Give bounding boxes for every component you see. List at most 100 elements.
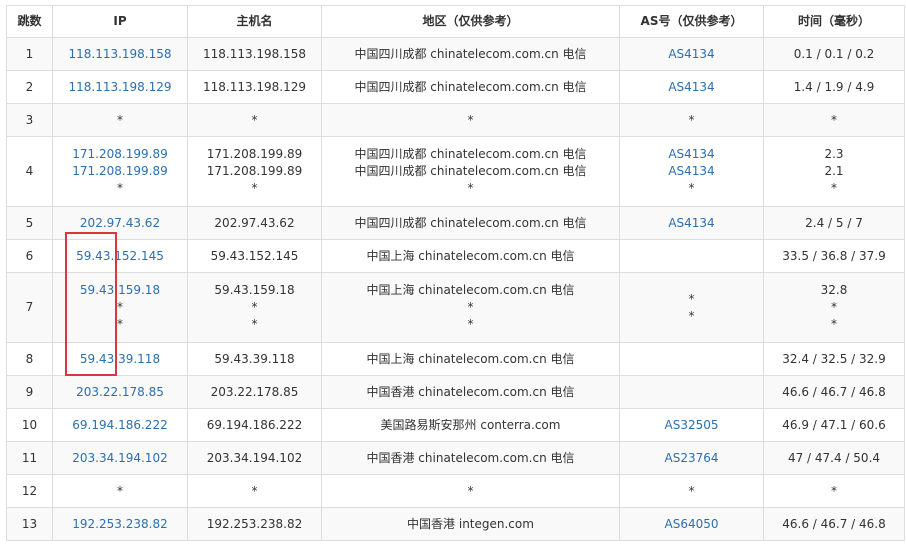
hostname-cell: 59.43.39.118 xyxy=(187,342,322,376)
region-cell: 中国上海 chinatelecom.com.cn 电信 * * xyxy=(321,272,620,343)
ip-cell: 192.253.238.82 xyxy=(52,507,188,541)
region-cell: 中国香港 chinatelecom.com.cn 电信 xyxy=(321,375,620,409)
asn-link[interactable]: AS4134 xyxy=(624,46,759,63)
ip-link[interactable]: 118.113.198.158 xyxy=(57,46,183,63)
header-asn: AS号（仅供参考） xyxy=(619,5,764,38)
asn-link[interactable]: AS32505 xyxy=(624,417,759,434)
asn-link[interactable]: AS4134 xyxy=(624,146,759,163)
ip-link[interactable]: 118.113.198.129 xyxy=(57,79,183,96)
ip-link[interactable]: 203.34.194.102 xyxy=(57,450,183,467)
asn-cell: AS4134 xyxy=(619,206,764,240)
hostname-cell: * xyxy=(187,103,322,137)
header-region: 地区（仅供参考） xyxy=(321,5,620,38)
region-cell: * xyxy=(321,103,620,137)
ip-link: * xyxy=(117,181,123,195)
hop-cell: 13 xyxy=(6,507,53,541)
ip-cell: 59.43.39.118 xyxy=(52,342,188,376)
time-text: 46.6 / 46.7 / 46.8 xyxy=(782,384,886,399)
asn-link[interactable]: AS64050 xyxy=(624,516,759,533)
hostname-cell: 171.208.199.89 171.208.199.89 * xyxy=(187,136,322,207)
ip-link[interactable]: 59.43.152.145 xyxy=(57,248,183,265)
hostname-cell: 203.22.178.85 xyxy=(187,375,322,409)
table-row: 3 * * * * * xyxy=(6,103,905,137)
asn-link[interactable]: AS4134 xyxy=(624,163,759,180)
ip-link[interactable]: 203.22.178.85 xyxy=(57,384,183,401)
ip-cell: 171.208.199.89 171.208.199.89 * xyxy=(52,136,188,207)
hostname-cell: 192.253.238.82 xyxy=(187,507,322,541)
time-text: 32.8 xyxy=(820,283,848,297)
ip-link: * xyxy=(117,112,123,127)
ip-link[interactable]: 171.208.199.89 xyxy=(57,163,183,180)
region-text: 中国四川成都 chinatelecom.com.cn 电信 xyxy=(354,147,587,161)
region-text: 中国上海 chinatelecom.com.cn 电信 xyxy=(366,248,575,263)
table-row: 13 192.253.238.82 192.253.238.82 中国香港 integ… xyxy=(6,507,905,541)
hostname-cell: 202.97.43.62 xyxy=(187,206,322,240)
hostname-text: 171.208.199.89 xyxy=(206,164,303,178)
time-text: 2.4 / 5 / 7 xyxy=(805,215,863,230)
hostname-text: 118.113.198.158 xyxy=(202,46,307,61)
asn-cell: * xyxy=(619,103,764,137)
time-cell: 2.4 / 5 / 7 xyxy=(763,206,905,240)
asn-link[interactable]: AS4134 xyxy=(624,79,759,96)
hop-cell: 9 xyxy=(6,375,53,409)
hop-cell: 3 xyxy=(6,103,53,137)
region-cell: 中国四川成都 chinatelecom.com.cn 电信 中国四川成都 chin… xyxy=(321,136,620,207)
time-cell: 33.5 / 36.8 / 37.9 xyxy=(763,239,905,273)
ip-link[interactable]: 171.208.199.89 xyxy=(57,146,183,163)
time-cell: 47 / 47.4 / 50.4 xyxy=(763,441,905,475)
time-text: 46.6 / 46.7 / 46.8 xyxy=(782,516,886,531)
hop-cell: 7 xyxy=(6,272,53,343)
region-text: * xyxy=(467,483,474,498)
asn-cell: AS32505 xyxy=(619,408,764,442)
asn-link[interactable]: AS4134 xyxy=(624,215,759,232)
hostname-cell: 59.43.159.18 * * xyxy=(187,272,322,343)
time-text: 2.1 xyxy=(824,164,844,178)
region-cell: 中国香港 chinatelecom.com.cn 电信 xyxy=(321,441,620,475)
time-text: * xyxy=(831,317,837,331)
ip-link[interactable]: 202.97.43.62 xyxy=(57,215,183,232)
region-text: 中国香港 chinatelecom.com.cn 电信 xyxy=(366,384,575,399)
time-text: * xyxy=(831,300,837,314)
time-cell: * xyxy=(763,474,905,508)
region-text: 中国四川成都 chinatelecom.com.cn 电信 xyxy=(354,215,587,230)
table-header-row: 跳数 IP 主机名 地区（仅供参考） AS号（仅供参考） 时间（毫秒） xyxy=(6,5,905,38)
asn-link[interactable]: AS23764 xyxy=(624,450,759,467)
time-text: 33.5 / 36.8 / 37.9 xyxy=(782,248,886,263)
region-text: * xyxy=(467,112,474,127)
ip-cell: 59.43.152.145 xyxy=(52,239,188,273)
hostname-text: 203.34.194.102 xyxy=(206,450,303,465)
hostname-cell: 59.43.152.145 xyxy=(187,239,322,273)
asn-link: * xyxy=(688,112,695,127)
time-cell: 46.9 / 47.1 / 60.6 xyxy=(763,408,905,442)
ip-cell: 69.194.186.222 xyxy=(52,408,188,442)
table-row: 2 118.113.198.129 118.113.198.129 中国四川成都 ch… xyxy=(6,70,905,104)
hostname-text: 59.43.152.145 xyxy=(210,248,299,263)
asn-link: * xyxy=(688,181,695,195)
ip-cell: 202.97.43.62 xyxy=(52,206,188,240)
ip-cell: 59.43.159.18 * * xyxy=(52,272,188,343)
ip-link[interactable]: 59.43.39.118 xyxy=(57,351,183,368)
ip-link[interactable]: 192.253.238.82 xyxy=(57,516,183,533)
table-body: 1 118.113.198.158 118.113.198.158 中国四川成都 ch… xyxy=(6,37,905,541)
hostname-text: 59.43.159.18 xyxy=(214,283,295,297)
hostname-text: 69.194.186.222 xyxy=(206,417,303,432)
asn-cell xyxy=(619,342,764,376)
hostname-text: * xyxy=(251,317,258,331)
ip-link: * xyxy=(117,317,123,331)
ip-link[interactable]: 69.194.186.222 xyxy=(57,417,183,434)
ip-cell: 118.113.198.129 xyxy=(52,70,188,104)
hostname-cell: 118.113.198.129 xyxy=(187,70,322,104)
header-ip: IP xyxy=(52,5,188,38)
table-row: 9 203.22.178.85 203.22.178.85 中国香港 chinatel… xyxy=(6,375,905,409)
ip-link[interactable]: 59.43.159.18 xyxy=(57,282,183,299)
region-text: * xyxy=(467,181,474,195)
hop-cell: 12 xyxy=(6,474,53,508)
table-row: 4 171.208.199.89 171.208.199.89 * 171.208.19… xyxy=(6,136,905,207)
hop-cell: 8 xyxy=(6,342,53,376)
ip-cell: * xyxy=(52,474,188,508)
time-text: * xyxy=(831,112,837,127)
hostname-cell: * xyxy=(187,474,322,508)
hostname-cell: 203.34.194.102 xyxy=(187,441,322,475)
time-cell: 32.8 * * xyxy=(763,272,905,343)
ip-link: * xyxy=(117,300,123,314)
